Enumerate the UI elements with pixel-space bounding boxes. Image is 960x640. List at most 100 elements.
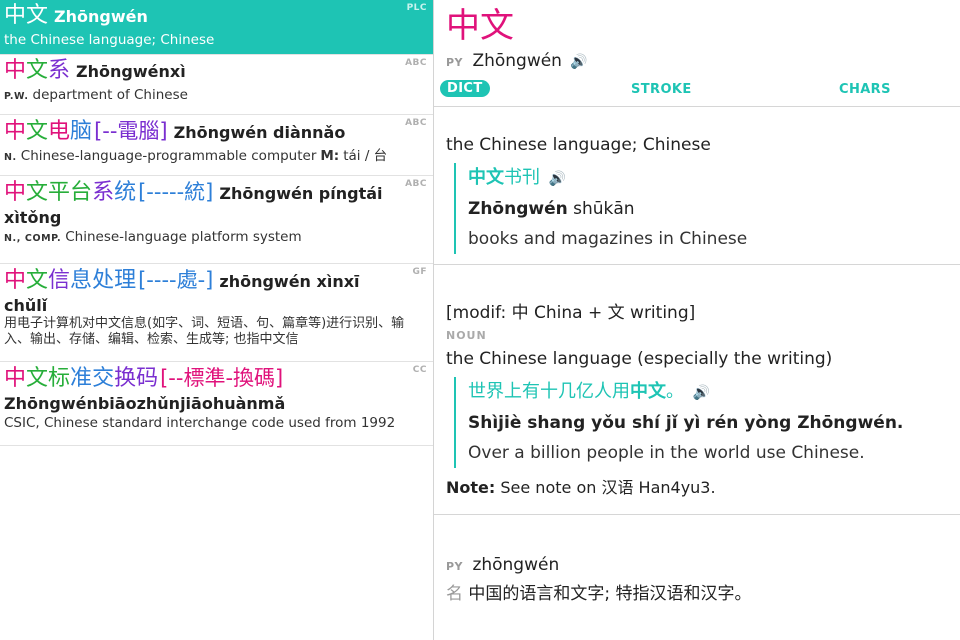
definition-text: CSIC, Chinese standard interchange code … [4, 415, 396, 431]
source-badge: ABC [405, 58, 427, 68]
source-badge: GF [412, 267, 427, 277]
measure-word: tái / 台 [343, 148, 388, 164]
example-headword: 中文 [630, 381, 666, 402]
hanzi-char: 系 [48, 58, 71, 83]
speaker-icon[interactable]: 🔊 [549, 171, 566, 187]
hanzi-char: 中 [4, 119, 27, 144]
speaker-icon[interactable]: 🔊 [693, 385, 710, 401]
traditional-form: [-----統] [138, 180, 214, 204]
example-pinyin-pre: Shìjiè shang yǒu shí jǐ yì rén yòng [468, 413, 792, 433]
source-badge: ABC [405, 179, 427, 189]
source-badge: CC [412, 365, 427, 375]
example-chinese-pre: 世界上有十几亿人用 [468, 381, 630, 402]
hanzi-char: 中 [4, 268, 27, 293]
hanzi-char: 交 [92, 366, 115, 391]
definition-section-3: PY zhōngwén 名 中国的语言和文字; 特指汉语和汉字。 [434, 514, 960, 609]
example-pinyin-rest: shūkān [567, 199, 635, 219]
traditional-form: [----處-] [138, 268, 214, 292]
example-chinese: 中文书刊 🔊 [468, 163, 948, 194]
definition-text: 用电子计算机对中文信息(如字、词、短语、句、篇章等)进行识别、输入、输出、存储、… [4, 316, 405, 347]
hanzi-char: 文 [26, 58, 49, 83]
headword-line: 中文系 Zhōngwénxì [4, 57, 427, 86]
hanzi-char: 中 [4, 366, 27, 391]
sense-text: the Chinese language (especially the wri… [446, 349, 833, 369]
hanzi-char: 息 [70, 268, 93, 293]
entry-definition: P.W. department of Chinese [4, 86, 427, 106]
definition-text: department of Chinese [32, 87, 188, 103]
result-entry[interactable]: ABC 中文平台系统[-----統] Zhōngwén píngtái xìtǒng N… [0, 176, 433, 264]
tab-bar: DICT STROKE CHARS [440, 80, 948, 106]
example-pinyin: Zhōngwén shūkān [468, 194, 948, 224]
hanzi-char: 文 [26, 119, 49, 144]
result-entry[interactable]: GF 中文信息处理[----處-] zhōngwén xìnxī chǔlǐ 用电子计算… [0, 264, 433, 362]
headword-hanzi: 中文系 [4, 58, 70, 83]
headword-hanzi: 中文标准交换码 [4, 366, 158, 391]
pos-label: NOUN [446, 329, 487, 342]
etymology: [modif: 中 China + 文 writing] [446, 303, 696, 323]
hanzi-char: 文 [26, 180, 49, 205]
hanzi-char: 电 [48, 119, 71, 144]
definition-text: Chinese-language-programmable computer [20, 148, 317, 164]
gf-pinyin: zhōngwén [472, 555, 560, 575]
results-list: PLC 中文 Zhōngwén the Chinese language; Chine… [0, 0, 433, 640]
definition-section-1: the Chinese language; Chinese 中文书刊 🔊 Zhō… [434, 106, 960, 264]
note-label: Note: [446, 478, 496, 497]
gf-definition-text: 中国的语言和文字; 特指汉语和汉字。 [468, 584, 752, 604]
hanzi-char: 台 [70, 180, 93, 205]
source-badge: PLC [406, 3, 427, 13]
result-entry[interactable]: PLC 中文 Zhōngwén the Chinese language; Chine… [0, 0, 433, 55]
hanzi-char: 信 [48, 268, 71, 293]
gf-definition: 名 中国的语言和文字; 特指汉语和汉字。 [446, 579, 948, 609]
tab-stroke[interactable]: STROKE [631, 82, 692, 97]
result-entry[interactable]: ABC 中文电脑[--電腦] Zhōngwén diànnǎo N. Chinese-l… [0, 115, 433, 176]
example-pinyin-bold: Zhōngwén [468, 199, 568, 219]
tab-dict[interactable]: DICT [440, 80, 490, 97]
example-block: 中文书刊 🔊 Zhōngwén shūkān books and magazin… [454, 163, 948, 254]
hanzi-char: 统 [114, 180, 137, 205]
headword-line: 中文信息处理[----處-] zhōngwén xìnxī [4, 266, 427, 296]
example-chinese: 世界上有十几亿人用中文。 🔊 [468, 377, 948, 408]
entry-definition: CSIC, Chinese standard interchange code … [4, 414, 427, 432]
headword-pinyin: Zhōngwénxì [76, 62, 186, 81]
pos-label: P.W. [4, 91, 29, 102]
example-block: 世界上有十几亿人用中文。 🔊 Shìjiè shang yǒu shí jǐ y… [454, 377, 948, 468]
headword-line: 中文电脑[--電腦] Zhōngwén diànnǎo [4, 117, 427, 147]
gf-pos-label: 名 [446, 584, 463, 604]
definition-text: Chinese-language platform system [65, 229, 302, 245]
traditional-form: [--標準-換碼] [160, 366, 284, 390]
detail-pinyin: Zhōngwén [472, 51, 562, 71]
headword-hanzi: 中文 [4, 3, 48, 28]
example-pinyin-bold: Zhōngwén [797, 413, 897, 433]
hanzi-char: 换 [114, 366, 137, 391]
example-chinese-post: 。 [666, 381, 684, 402]
speaker-icon[interactable]: 🔊 [570, 54, 587, 70]
result-entry[interactable]: ABC 中文系 Zhōngwénxì P.W. department of Chines… [0, 55, 433, 115]
example-pinyin-post: . [896, 413, 904, 433]
hanzi-char: 文 [26, 3, 49, 28]
headword-pinyin: Zhōngwén píngtái [219, 184, 383, 203]
headword-pinyin: zhōngwén xìnxī [219, 272, 360, 291]
hanzi-char: 码 [136, 366, 159, 391]
sense-text: the Chinese language; Chinese [446, 135, 711, 155]
headword-pinyin-cont: xìtǒng [4, 208, 62, 227]
entry-definition: the Chinese language; Chinese [4, 31, 427, 49]
result-entry[interactable]: CC 中文标准交换码[--標準-換碼] Zhōngwénbiāozhǔnjiāohu… [0, 362, 433, 446]
definition-text: the Chinese language; Chinese [4, 32, 215, 48]
hanzi-char: 中 [4, 3, 27, 28]
hanzi-char: 系 [92, 180, 115, 205]
example-english: books and magazines in Chinese [468, 229, 748, 249]
entry-definition: 用电子计算机对中文信息(如字、词、短语、句、篇章等)进行识别、输入、输出、存储、… [4, 316, 427, 350]
gf-pinyin-row: PY zhōngwén [446, 553, 948, 579]
source-badge: ABC [405, 118, 427, 128]
headword-pinyin-cont: chǔlǐ [4, 296, 48, 315]
hanzi-char: 文 [26, 268, 49, 293]
detail-header: 中文 PY Zhōngwén 🔊 DICT STROKE CHARS [434, 0, 960, 106]
entry-definition: N. Chinese-language-programmable computer… [4, 147, 427, 167]
hanzi-char: 理 [114, 268, 137, 293]
hanzi-char: 准 [70, 366, 93, 391]
headword-pinyin-cont: Zhōngwénbiāozhǔnjiāohuànmǎ [4, 394, 286, 413]
tab-chars[interactable]: CHARS [839, 82, 891, 97]
headword-line: 中文标准交换码[--標準-換碼] [4, 364, 427, 394]
hanzi-char: 脑 [70, 119, 93, 144]
traditional-form: [--電腦] [94, 119, 168, 143]
